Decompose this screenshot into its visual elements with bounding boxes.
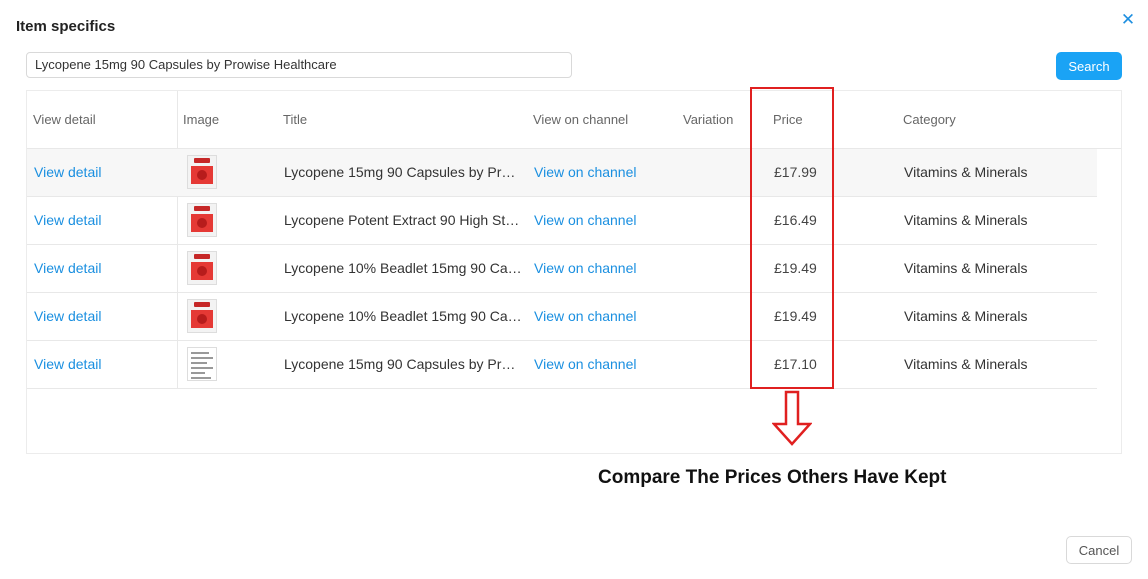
category-value: Vitamins & Minerals [904,356,1028,372]
view-detail-link[interactable]: View detail [34,341,101,388]
product-thumbnail[interactable] [187,155,217,189]
column-header-category: Category [903,112,956,127]
product-title: Lycopene 15mg 90 Capsules by Prowise Hea… [284,356,522,372]
cancel-button[interactable]: Cancel [1066,536,1132,564]
view-on-channel-link[interactable]: View on channel [534,197,636,244]
view-detail-link[interactable]: View detail [34,245,101,292]
bottle-cap [194,206,210,211]
view-on-channel-link[interactable]: View on channel [534,245,636,292]
category-value: Vitamins & Minerals [904,164,1028,180]
bottle-cap [194,302,210,307]
search-button[interactable]: Search [1056,52,1122,80]
view-on-channel-link[interactable]: View on channel [534,293,636,340]
category-value: Vitamins & Minerals [904,260,1028,276]
category-value: Vitamins & Minerals [904,308,1028,324]
table-row: View detail Lycopene Potent Extract 90 H… [27,197,1097,245]
table-row: View detail Lycopene 10% Beadlet 15mg 90… [27,245,1097,293]
product-title: Lycopene 10% Beadlet 15mg 90 Capsules [284,260,522,276]
product-title: Lycopene Potent Extract 90 High Strength… [284,212,522,228]
close-icon[interactable]: ✕ [1118,10,1138,30]
results-table: View detail Image Title View on channel … [26,90,1122,454]
product-thumbnail[interactable] [187,251,217,285]
doc-line [191,352,209,354]
column-header-variation: Variation [683,112,734,127]
bottle-cap [194,254,210,259]
search-input[interactable]: Lycopene 15mg 90 Capsules by Prowise Hea… [26,52,572,78]
doc-line [191,357,213,359]
tomato-icon [197,314,207,324]
view-on-channel-link[interactable]: View on channel [534,341,636,388]
view-detail-link[interactable]: View detail [34,197,101,244]
view-detail-link[interactable]: View detail [34,293,101,340]
doc-line [191,367,213,369]
view-detail-link[interactable]: View detail [34,149,101,196]
doc-line [191,362,207,364]
doc-line [191,377,211,379]
bottle-cap [194,158,210,163]
tomato-icon [197,266,207,276]
product-thumbnail[interactable] [187,299,217,333]
tomato-icon [197,170,207,180]
column-header-view-detail: View detail [33,112,96,127]
annotation-callout: Compare The Prices Others Have Kept [598,467,947,488]
product-title: Lycopene 10% Beadlet 15mg 90 Capsules [284,308,522,324]
table-row: View detail Lycopene 15mg 90 Capsules by… [27,149,1097,197]
column-header-title: Title [283,112,308,127]
column-header-image: Image [183,112,220,127]
category-value: Vitamins & Minerals [904,212,1028,228]
table-row: View detail Lycopene 10% Beadlet 15mg 90… [27,293,1097,341]
down-arrow-icon [772,390,812,446]
view-on-channel-link[interactable]: View on channel [534,149,636,196]
table-row: View detail Lycopene 15mg 90 Capsules by… [27,341,1097,389]
product-thumbnail[interactable] [187,203,217,237]
product-thumbnail[interactable] [187,347,217,381]
dialog-title: Item specifics [16,18,116,35]
column-header-view-on-channel: View on channel [533,112,629,127]
doc-line [191,372,205,374]
product-title: Lycopene 15mg 90 Capsules by Prowise Hea… [284,164,522,180]
tomato-icon [197,218,207,228]
price-highlight-box [750,87,834,389]
